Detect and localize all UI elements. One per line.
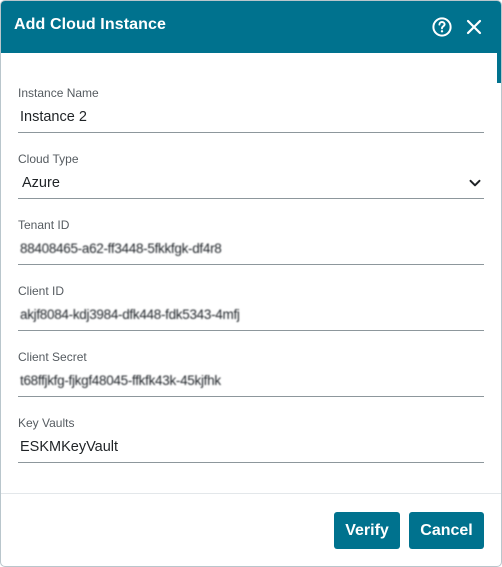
instance-name-label: Instance Name bbox=[18, 86, 99, 100]
chevron-down-icon[interactable] bbox=[468, 176, 482, 190]
key-vaults-input[interactable]: ESKMKeyVault bbox=[20, 439, 118, 455]
cloud-type-value[interactable]: Azure bbox=[22, 175, 60, 191]
header-edge-strip bbox=[1, 53, 501, 83]
key-vaults-underline bbox=[18, 462, 484, 463]
close-icon[interactable] bbox=[465, 18, 483, 36]
client-id-label: Client ID bbox=[18, 284, 65, 298]
tenant-id-input[interactable]: 88408465-a62-ff3448-5fkkfgk-df4r8 bbox=[20, 241, 222, 256]
tenant-id-label: Tenant ID bbox=[18, 218, 70, 232]
client-secret-underline bbox=[18, 396, 484, 397]
dialog-title: Add Cloud Instance bbox=[14, 16, 167, 33]
client-id-input[interactable]: akjf8084-kdj3984-dfk448-fdk5343-4mfj bbox=[20, 307, 240, 322]
cloud-type-underline bbox=[18, 198, 484, 199]
verify-button[interactable]: Verify bbox=[334, 512, 400, 549]
key-vaults-label: Key Vaults bbox=[18, 416, 75, 430]
instance-name-input[interactable]: Instance 2 bbox=[20, 109, 87, 125]
add-cloud-instance-dialog: Add Cloud Instance Instance Name Instanc… bbox=[0, 0, 502, 567]
cancel-button[interactable]: Cancel bbox=[409, 512, 484, 549]
dialog-titlebar: Add Cloud Instance bbox=[1, 1, 501, 53]
footer-divider bbox=[1, 493, 501, 494]
question-circle-icon[interactable] bbox=[432, 17, 452, 37]
client-secret-input[interactable]: t68ffjkfg-fjkgf48045-ffkfk43k-45kjfhk bbox=[20, 373, 221, 388]
instance-name-underline bbox=[18, 132, 484, 133]
client-id-underline bbox=[18, 330, 484, 331]
cloud-type-label: Cloud Type bbox=[18, 152, 79, 166]
client-secret-label: Client Secret bbox=[18, 350, 87, 364]
tenant-id-underline bbox=[18, 264, 484, 265]
